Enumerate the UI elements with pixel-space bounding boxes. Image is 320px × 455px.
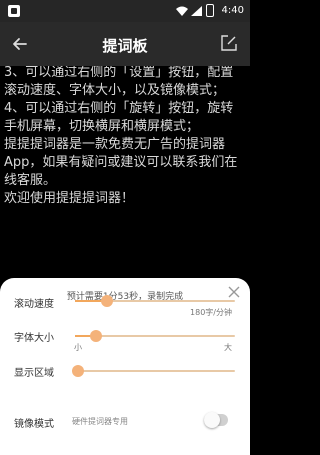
mirror-mode-label: 镜像模式: [14, 419, 54, 430]
font-size-min-label: 小: [74, 343, 82, 352]
script-paragraph: 欢迎使用提提提词器！: [4, 191, 135, 206]
script-paragraph: 提提提词器是一款免费无广告的提词器App，如果有疑问或建议可以联系我们在线客服。: [4, 137, 238, 188]
scroll-speed-thumb[interactable]: [101, 295, 113, 307]
font-size-thumb[interactable]: [89, 330, 102, 342]
toggle-knob: [204, 412, 220, 428]
font-size-slider[interactable]: [75, 330, 235, 342]
script-paragraph: 4、可以通过右侧的「旋转」按钮，旋转手机屏幕，切换横屏和横屏模式；: [4, 101, 234, 134]
signal-icon: [191, 6, 202, 16]
edit-icon[interactable]: [220, 34, 238, 52]
mirror-mode-hint: 硬件提词器专用: [72, 417, 128, 426]
display-area-slider[interactable]: [72, 365, 235, 377]
display-area-label: 显示区域: [14, 368, 54, 379]
page-title: 提词板: [102, 37, 148, 55]
status-time: 4:40: [221, 5, 244, 16]
notification-icon: [8, 5, 20, 17]
teleprompter-script[interactable]: 3、可以通过右侧的「设置」按钮，配置滚动速度、字体大小，以及镜像模式； 4、可以…: [0, 66, 250, 280]
battery-icon: [206, 4, 214, 17]
font-size-label: 字体大小: [14, 333, 54, 344]
status-bar: 4:40: [0, 0, 250, 22]
script-paragraph: 3、可以通过右侧的「设置」按钮，配置滚动速度、字体大小，以及镜像模式；: [4, 66, 234, 98]
display-area-thumb[interactable]: [72, 365, 85, 377]
scroll-speed-label: 滚动速度: [14, 299, 54, 310]
wifi-icon: [176, 6, 188, 16]
mirror-mode-toggle[interactable]: [204, 412, 228, 428]
close-icon[interactable]: [227, 285, 241, 299]
font-size-max-label: 大: [224, 343, 232, 352]
scroll-speed-value: 180字/分钟: [190, 308, 232, 317]
scroll-speed-slider[interactable]: [75, 295, 235, 307]
app-bar: 提词板: [0, 22, 250, 66]
settings-sheet: 预计需要1分53秒，录制完成 滚动速度 180字/分钟 字体大小 小 大 显示区…: [0, 278, 250, 455]
